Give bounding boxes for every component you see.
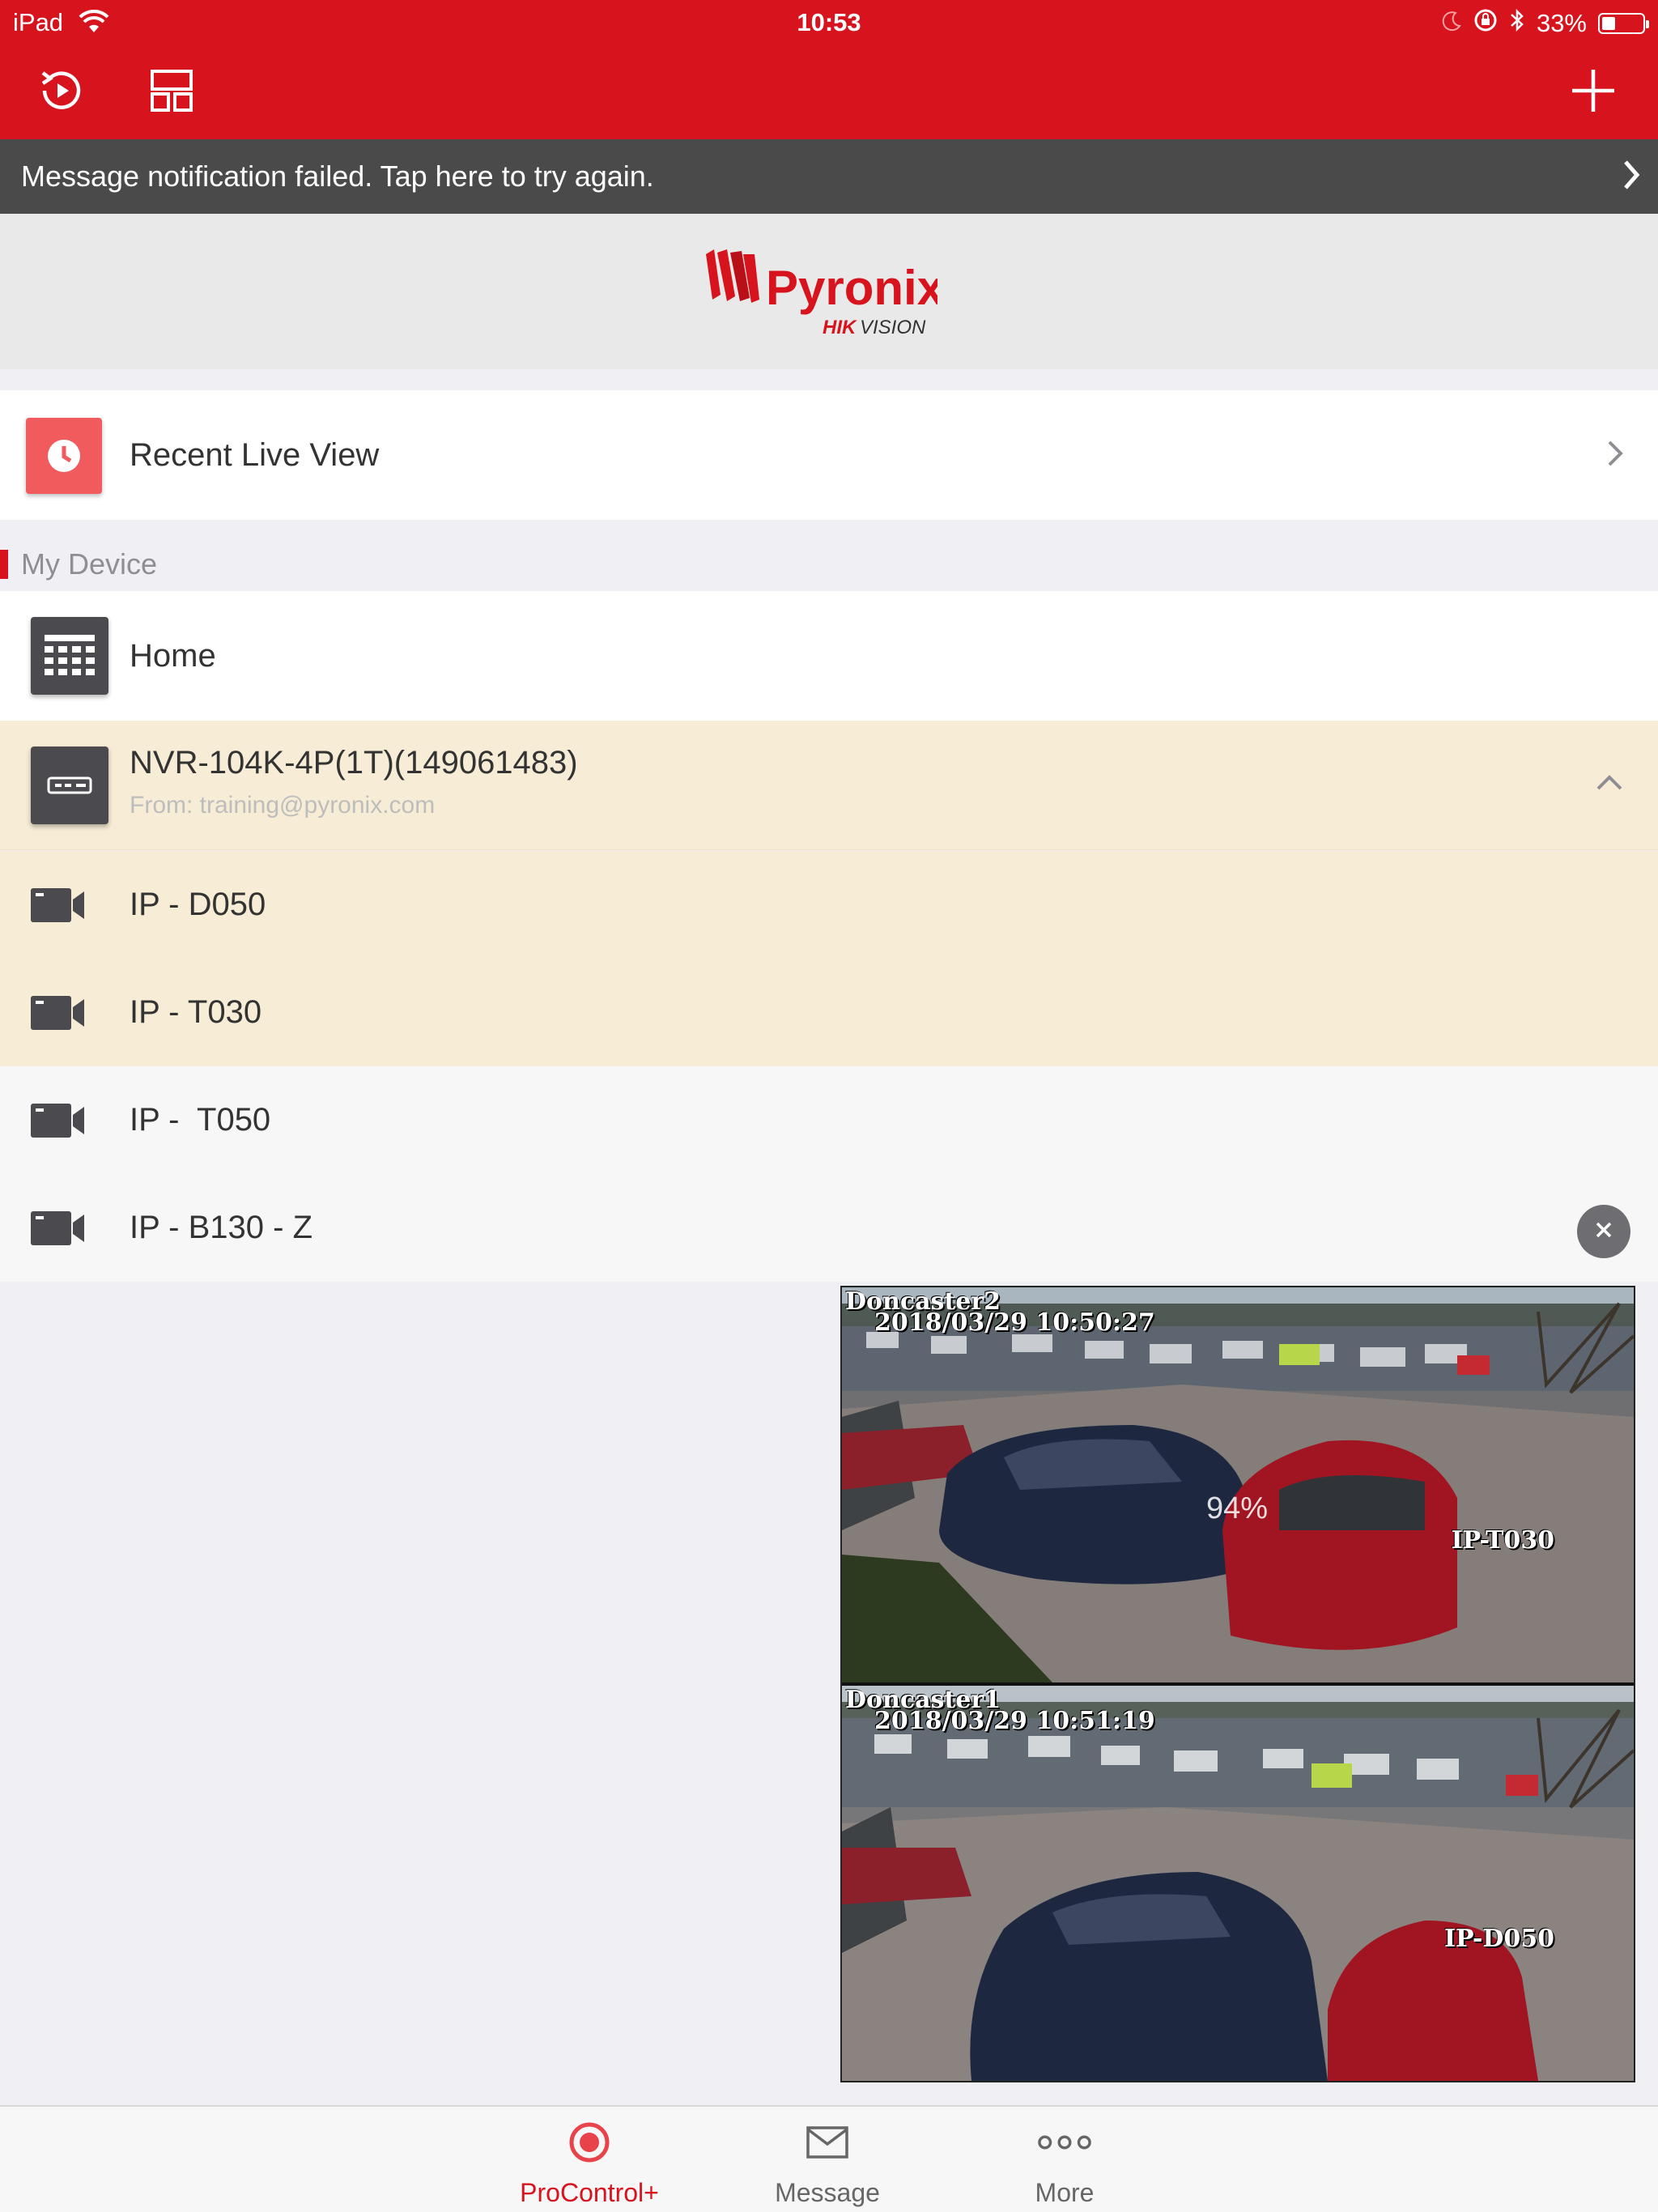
add-device-button[interactable] <box>1564 63 1622 121</box>
moon-icon <box>1441 9 1462 38</box>
device-row-nvr[interactable]: NVR-104K-4P(1T)(149061483) From: trainin… <box>0 721 1658 850</box>
history-icon <box>36 66 87 120</box>
camera-icon <box>31 887 86 924</box>
feed-camera-label: IP-T030 <box>1451 1526 1554 1555</box>
clock: 10:53 <box>797 8 861 36</box>
loading-percent: 94% <box>1206 1491 1269 1525</box>
chevron-right-icon <box>1619 157 1643 200</box>
my-device-section-header: My Device <box>0 534 1658 591</box>
keypad-icon <box>31 617 108 695</box>
camera-row[interactable]: IP - B130 - Z <box>0 1174 1658 1282</box>
battery-icon <box>1598 13 1649 34</box>
chevron-right-icon <box>1605 437 1626 474</box>
svg-text:Pyronix: Pyronix <box>766 261 937 315</box>
battery-percent: 33% <box>1536 9 1587 37</box>
device-row-home[interactable]: Home <box>0 591 1658 721</box>
pyronix-logo: Pyronix HIK VISION <box>703 246 944 343</box>
plus-icon <box>1569 66 1618 119</box>
section-accent-bar <box>0 550 8 579</box>
notification-banner[interactable]: Message notification failed. Tap here to… <box>0 139 1658 214</box>
playback-history-button[interactable] <box>32 63 91 121</box>
tab-bar: ProControl+ Message More <box>0 2105 1658 2212</box>
tab-label: ProControl+ <box>520 2178 659 2207</box>
procontrol-icon <box>562 2120 617 2165</box>
top-bar: iPad 10:53 33% <box>0 0 1658 139</box>
tab-label: Message <box>775 2178 880 2207</box>
camera-row[interactable]: IP - T050 <box>0 1066 1658 1174</box>
camera-row[interactable]: IP - T030 <box>0 959 1658 1066</box>
recent-live-view-label: Recent Live View <box>130 436 380 473</box>
more-dots-icon <box>1037 2120 1092 2165</box>
rotation-lock-icon <box>1473 8 1498 39</box>
bluetooth-icon <box>1509 8 1525 39</box>
close-icon <box>1592 1219 1615 1245</box>
camera-label: IP - T050 <box>130 1102 271 1138</box>
tab-procontrol[interactable]: ProControl+ <box>508 2107 670 2212</box>
layout-grid-icon <box>147 66 196 119</box>
svg-text:VISION: VISION <box>860 317 926 338</box>
camera-icon <box>31 1102 86 1139</box>
device-name: Home <box>130 637 216 674</box>
brand-header: Pyronix HIK VISION <box>0 214 1658 369</box>
tab-message[interactable]: Message <box>746 2107 908 2212</box>
envelope-icon <box>800 2120 855 2165</box>
recent-live-view-row[interactable]: Recent Live View <box>0 390 1658 520</box>
svg-text:HIK: HIK <box>823 317 857 338</box>
nvr-icon <box>31 747 108 824</box>
feed-timestamp: 2018/03/29 10:51:19 <box>874 1707 1155 1735</box>
tab-more[interactable]: More <box>984 2107 1146 2212</box>
feed-timestamp: 2018/03/29 10:50:27 <box>874 1308 1155 1337</box>
camera-row[interactable]: IP - D050 <box>0 851 1658 959</box>
camera-icon <box>31 994 86 1032</box>
feed-camera-label: IP-D050 <box>1443 1925 1554 1953</box>
camera-label: IP - B130 - Z <box>130 1210 313 1245</box>
device-owner: From: training@pyronix.com <box>130 792 436 819</box>
live-feed-1[interactable]: Doncaster2 2018/03/29 10:50:27 94% IP-T0… <box>842 1287 1634 1682</box>
chevron-up-icon[interactable] <box>1593 772 1626 798</box>
device-name: NVR-104K-4P(1T)(149061483) <box>130 745 578 781</box>
camera-icon <box>31 1210 86 1247</box>
tab-label: More <box>1035 2178 1095 2207</box>
camera-label: IP - D050 <box>130 887 266 922</box>
status-bar: iPad 10:53 33% <box>0 0 1658 47</box>
clock-icon <box>26 418 102 494</box>
notification-text: Message notification failed. Tap here to… <box>21 160 654 193</box>
layout-button[interactable] <box>142 63 201 121</box>
close-live-view-button[interactable] <box>1577 1205 1630 1258</box>
section-title: My Device <box>21 547 158 581</box>
live-view-panel[interactable]: Doncaster2 2018/03/29 10:50:27 94% IP-T0… <box>840 1286 1635 2082</box>
camera-label: IP - T030 <box>130 994 262 1030</box>
live-feed-2[interactable]: Doncaster1 2018/03/29 10:51:19 IP-D050 <box>842 1686 1634 2081</box>
